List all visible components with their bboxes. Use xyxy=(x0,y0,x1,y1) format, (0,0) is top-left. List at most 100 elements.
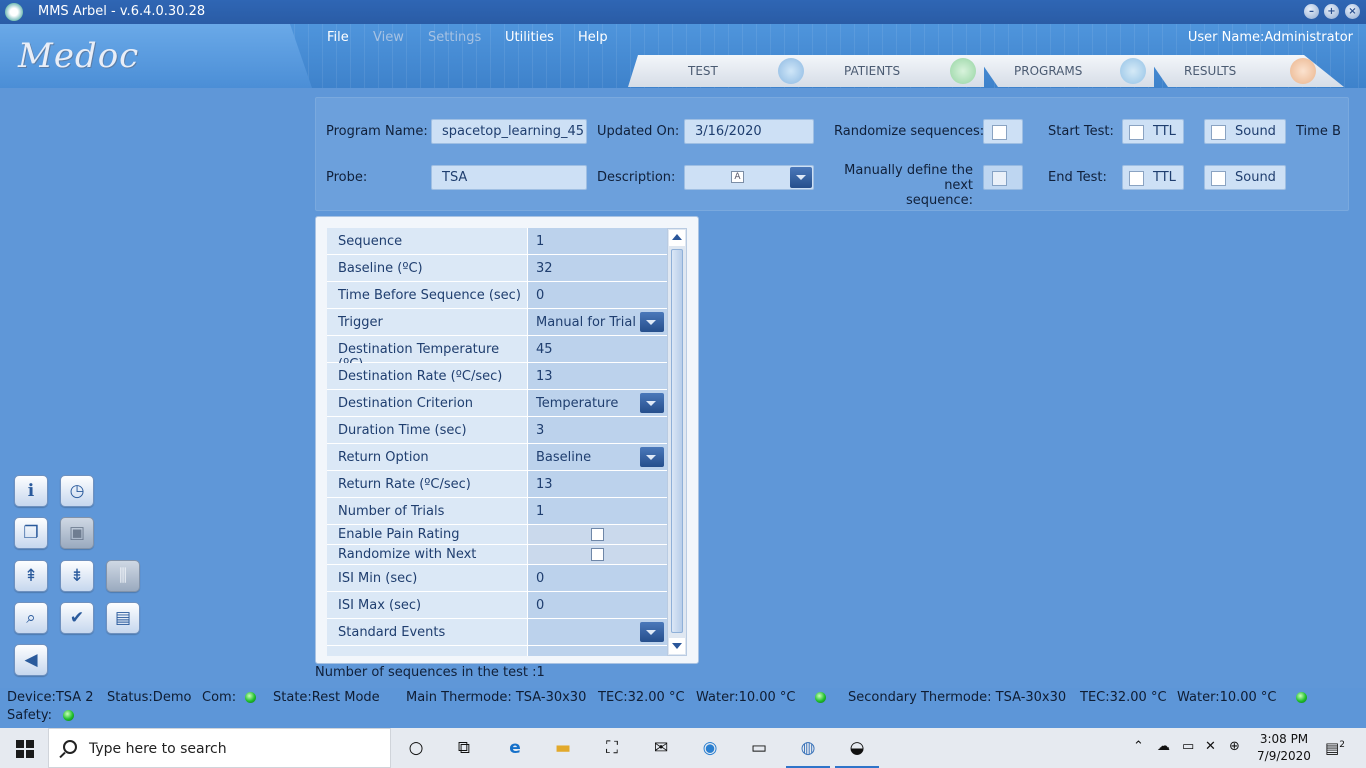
enable-pain-rating-checkbox[interactable] xyxy=(591,528,604,541)
app-icon xyxy=(5,3,23,21)
isi-min-input[interactable]: 0 xyxy=(527,565,667,591)
destination-criterion-value: Temperature xyxy=(536,396,619,411)
checkmark-icon: ✔ xyxy=(69,608,85,628)
return-option-select[interactable]: Baseline xyxy=(527,444,667,470)
close-button[interactable]: × xyxy=(1345,4,1360,19)
row-label: Return Option xyxy=(327,444,527,470)
file-explorer-icon[interactable]: ▬ xyxy=(551,736,575,760)
mail-icon[interactable]: ✉ xyxy=(649,736,673,760)
time-before-input[interactable]: 0 xyxy=(527,282,667,308)
start-button[interactable] xyxy=(16,740,34,758)
scroll-down-icon[interactable] xyxy=(669,638,685,654)
chevron-down-icon[interactable] xyxy=(640,393,664,413)
trigger-select[interactable]: Manual for Trial xyxy=(527,309,667,335)
text-editor-icon: A xyxy=(731,171,744,183)
sequence-info-button[interactable]: ℹ xyxy=(14,475,48,507)
taskbar-search-box[interactable]: Type here to search xyxy=(48,728,391,768)
chevron-down-icon[interactable] xyxy=(640,447,664,467)
grid-row-return-option: Return Option Baseline xyxy=(327,444,667,471)
description-field[interactable]: A xyxy=(684,165,814,190)
add-sequence-up-button[interactable]: ⇞ xyxy=(14,560,48,592)
menu-help[interactable]: Help xyxy=(578,30,608,45)
grid-row-isi-min: ISI Min (sec) 0 xyxy=(327,565,667,592)
destination-rate-input[interactable]: 13 xyxy=(527,363,667,389)
search-button[interactable]: ⌕ xyxy=(14,602,48,634)
chevron-down-icon[interactable] xyxy=(640,622,664,642)
photos-taskbar-icon[interactable]: ◒ xyxy=(835,736,879,768)
destination-temperature-input[interactable]: 45 xyxy=(527,336,667,362)
back-button[interactable]: ◀ xyxy=(14,644,48,676)
return-rate-input[interactable]: 13 xyxy=(527,471,667,497)
sequence-value[interactable]: 1 xyxy=(527,228,667,254)
grid-row-enable-pain-rating: Enable Pain Rating xyxy=(327,525,667,545)
randomize-sequences-checkbox[interactable] xyxy=(983,119,1023,144)
medoc-taskbar-icon[interactable]: ◍ xyxy=(786,736,830,768)
isi-max-input[interactable]: 0 xyxy=(527,592,667,618)
manual-define-checkbox[interactable] xyxy=(983,165,1023,190)
minimize-button[interactable]: – xyxy=(1304,4,1319,19)
end-sound-checkbox[interactable]: Sound xyxy=(1204,165,1286,190)
destination-criterion-select[interactable]: Temperature xyxy=(527,390,667,416)
confirm-button[interactable]: ✔ xyxy=(60,602,94,634)
tab-programs[interactable]: PROGRAMS xyxy=(976,55,1154,87)
medoc-logo: Medoc xyxy=(18,36,140,76)
program-name-field[interactable]: spacetop_learning_45 xyxy=(431,119,587,144)
row-label: Destination Rate (ºC/sec) xyxy=(327,363,527,389)
task-view-icon[interactable]: ⧉ xyxy=(452,736,476,760)
scroll-thumb[interactable] xyxy=(671,249,683,633)
floppy-icon: ▤ xyxy=(114,608,132,628)
paste-button[interactable]: ▣ xyxy=(60,517,94,549)
description-dropdown-button[interactable] xyxy=(790,167,812,188)
standard-events-select[interactable] xyxy=(527,619,667,645)
delete-sequence-button[interactable]: ⫼ xyxy=(106,560,140,592)
maximize-button[interactable]: + xyxy=(1324,4,1339,19)
clock-button[interactable]: ◷ xyxy=(60,475,94,507)
cloud-icon[interactable]: ☁ xyxy=(1157,739,1170,754)
menu-settings[interactable]: Settings xyxy=(428,30,481,45)
edge-icon[interactable]: e xyxy=(503,736,527,760)
add-sequence-down-button[interactable]: ⇟ xyxy=(60,560,94,592)
scroll-up-icon[interactable] xyxy=(669,230,685,246)
com-led-icon xyxy=(245,692,256,703)
grid-scrollbar[interactable] xyxy=(667,228,687,656)
sequence-grid-panel: Sequence 1 Baseline (ºC) 32 Time Before Se… xyxy=(315,216,699,664)
duration-time-input[interactable]: 3 xyxy=(527,417,667,443)
store-icon[interactable]: ⛶ xyxy=(600,736,624,760)
tab-test[interactable]: TEST xyxy=(628,55,828,87)
notifications-icon[interactable]: ▤2 xyxy=(1325,739,1345,757)
probe-field[interactable]: TSA xyxy=(431,165,587,190)
grid-row-baseline: Baseline (ºC) 32 xyxy=(327,255,667,282)
start-ttl-checkbox[interactable]: TTL xyxy=(1122,119,1184,144)
tab-results[interactable]: RESULTS xyxy=(1146,55,1344,87)
terminal-icon[interactable]: ▭ xyxy=(747,736,771,760)
network-globe-icon[interactable]: ⊕ xyxy=(1229,739,1240,754)
main-thermode-led-icon xyxy=(815,692,826,703)
show-hidden-icons-icon[interactable]: ⌃ xyxy=(1133,739,1144,754)
secondary-water: Water:10.00 °C xyxy=(1177,690,1277,705)
taskbar-clock[interactable]: 3:08 PM 7/9/2020 xyxy=(1254,731,1314,765)
baseline-input[interactable]: 32 xyxy=(527,255,667,281)
volume-muted-icon[interactable]: ✕ xyxy=(1205,739,1216,754)
chevron-down-icon[interactable] xyxy=(640,312,664,332)
updated-on-label: Updated On: xyxy=(597,124,680,139)
save-button[interactable]: ▤ xyxy=(106,602,140,634)
updated-on-field[interactable]: 3/16/2020 xyxy=(684,119,814,144)
start-sound-checkbox[interactable]: Sound xyxy=(1204,119,1286,144)
manual-define-label-line2: sequence: xyxy=(905,193,973,208)
app-icon-blue[interactable]: ◉ xyxy=(698,736,722,760)
time-b-label: Time B xyxy=(1296,124,1341,139)
back-arrow-icon: ◀ xyxy=(24,650,38,670)
battery-icon[interactable]: ▭ xyxy=(1182,739,1194,754)
menu-file[interactable]: File xyxy=(327,30,349,45)
copy-icon: ❐ xyxy=(23,523,39,543)
grid-row-destination-temperature: Destination Temperature (ºC)45 xyxy=(327,336,667,372)
cortana-icon[interactable]: ○ xyxy=(404,736,428,760)
menu-utilities[interactable]: Utilities xyxy=(505,30,554,45)
menu-view[interactable]: View xyxy=(373,30,404,45)
randomize-with-next-checkbox[interactable] xyxy=(591,548,604,561)
copy-button[interactable]: ❐ xyxy=(14,517,48,549)
end-ttl-checkbox[interactable]: TTL xyxy=(1122,165,1184,190)
grid-row-standard-events: Standard Events xyxy=(327,619,667,646)
number-of-trials-input[interactable]: 1 xyxy=(527,498,667,524)
status-bar: Device:TSA 2 Status:Demo Com: State:Rest… xyxy=(0,688,1366,728)
